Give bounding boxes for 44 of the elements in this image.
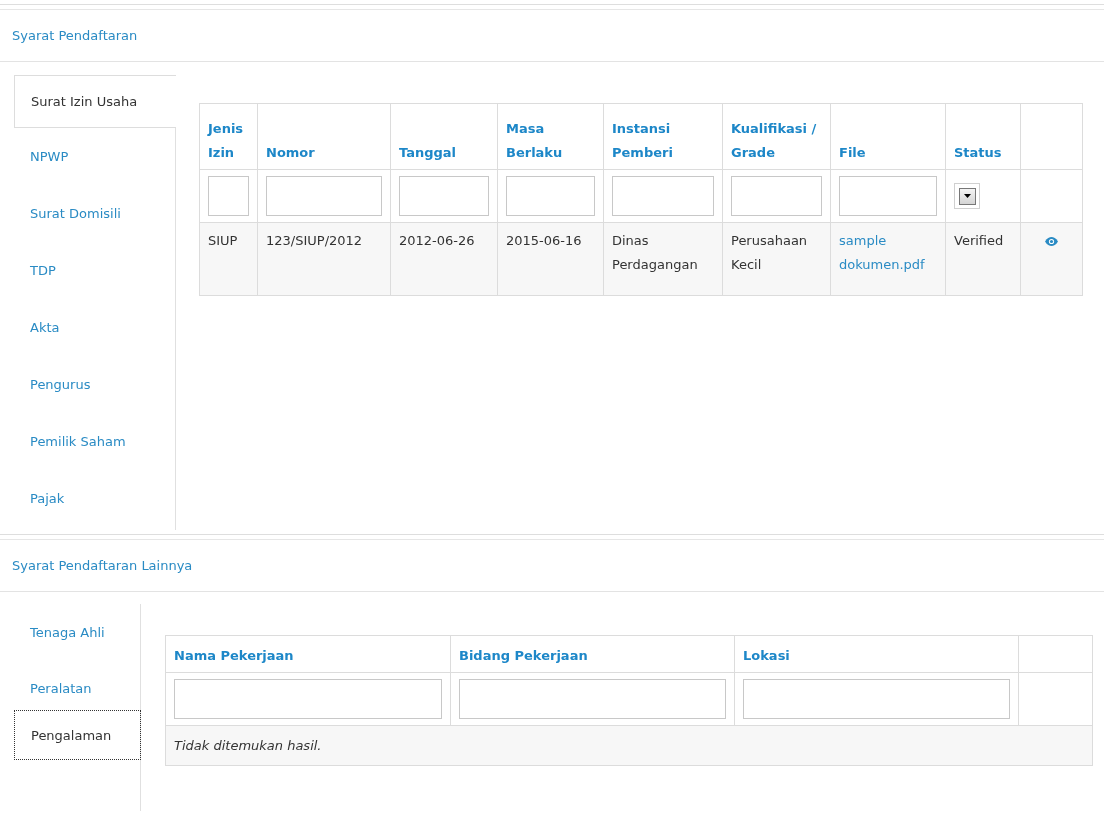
column-header[interactable]: Tanggal	[390, 103, 498, 170]
filter-field[interactable]	[731, 176, 822, 216]
section-title: Syarat Pendaftaran	[12, 28, 138, 43]
tab[interactable]: Pengalaman	[14, 710, 141, 760]
tab[interactable]: NPWP	[14, 128, 175, 185]
tab[interactable]: Pemilik Saham	[14, 413, 175, 470]
column-header[interactable]: Jenis Izin	[199, 103, 258, 170]
filter-field[interactable]	[743, 679, 1010, 719]
filter-field[interactable]	[208, 176, 249, 216]
filter-field[interactable]	[399, 176, 489, 216]
column-header[interactable]: File	[830, 103, 946, 170]
empty-message: Tidak ditemukan hasil.	[174, 738, 322, 753]
column-header[interactable]: Instansi Pemberi	[603, 103, 723, 170]
tab[interactable]: Surat Izin Usaha	[14, 75, 176, 128]
status-dropdown[interactable]	[954, 183, 980, 209]
tab[interactable]: Pajak	[14, 470, 175, 527]
table-cell: Perusahaan Kecil	[731, 233, 808, 272]
column-header[interactable]: Status	[945, 103, 1021, 170]
table-cell: Dinas Perdagangan	[612, 233, 698, 272]
table-cell: Verified	[954, 233, 1004, 248]
tab[interactable]: Tenaga Ahli	[14, 604, 140, 660]
filter-field[interactable]	[612, 176, 714, 216]
column-header[interactable]: Nama Pekerjaan	[165, 635, 451, 673]
filter-field[interactable]	[506, 176, 595, 216]
table-cell: 123/SIUP/2012	[266, 233, 363, 248]
section-title: Syarat Pendaftaran Lainnya	[12, 558, 193, 573]
table-cell: 2012-06-26	[399, 233, 475, 248]
tab[interactable]: Surat Domisili	[14, 185, 175, 242]
tab[interactable]: Akta	[14, 299, 175, 356]
column-header[interactable]: Masa Berlaku	[497, 103, 604, 170]
filter-field[interactable]	[459, 679, 726, 719]
table-cell: SIUP	[208, 233, 238, 248]
filter-field[interactable]	[174, 679, 442, 719]
caret-icon	[963, 194, 971, 198]
tab[interactable]: TDP	[14, 242, 175, 299]
table-cell: 2015-06-16	[506, 233, 582, 248]
view-icon[interactable]	[1045, 237, 1058, 246]
filter-field[interactable]	[266, 176, 382, 216]
tab[interactable]: Pengurus	[14, 356, 175, 413]
column-header[interactable]: Bidang Pekerjaan	[450, 635, 735, 673]
column-header[interactable]: Kualifikasi / Grade	[722, 103, 831, 170]
column-header[interactable]: Nomor	[257, 103, 391, 170]
filter-field[interactable]	[839, 176, 937, 216]
column-header[interactable]: Lokasi	[734, 635, 1019, 673]
